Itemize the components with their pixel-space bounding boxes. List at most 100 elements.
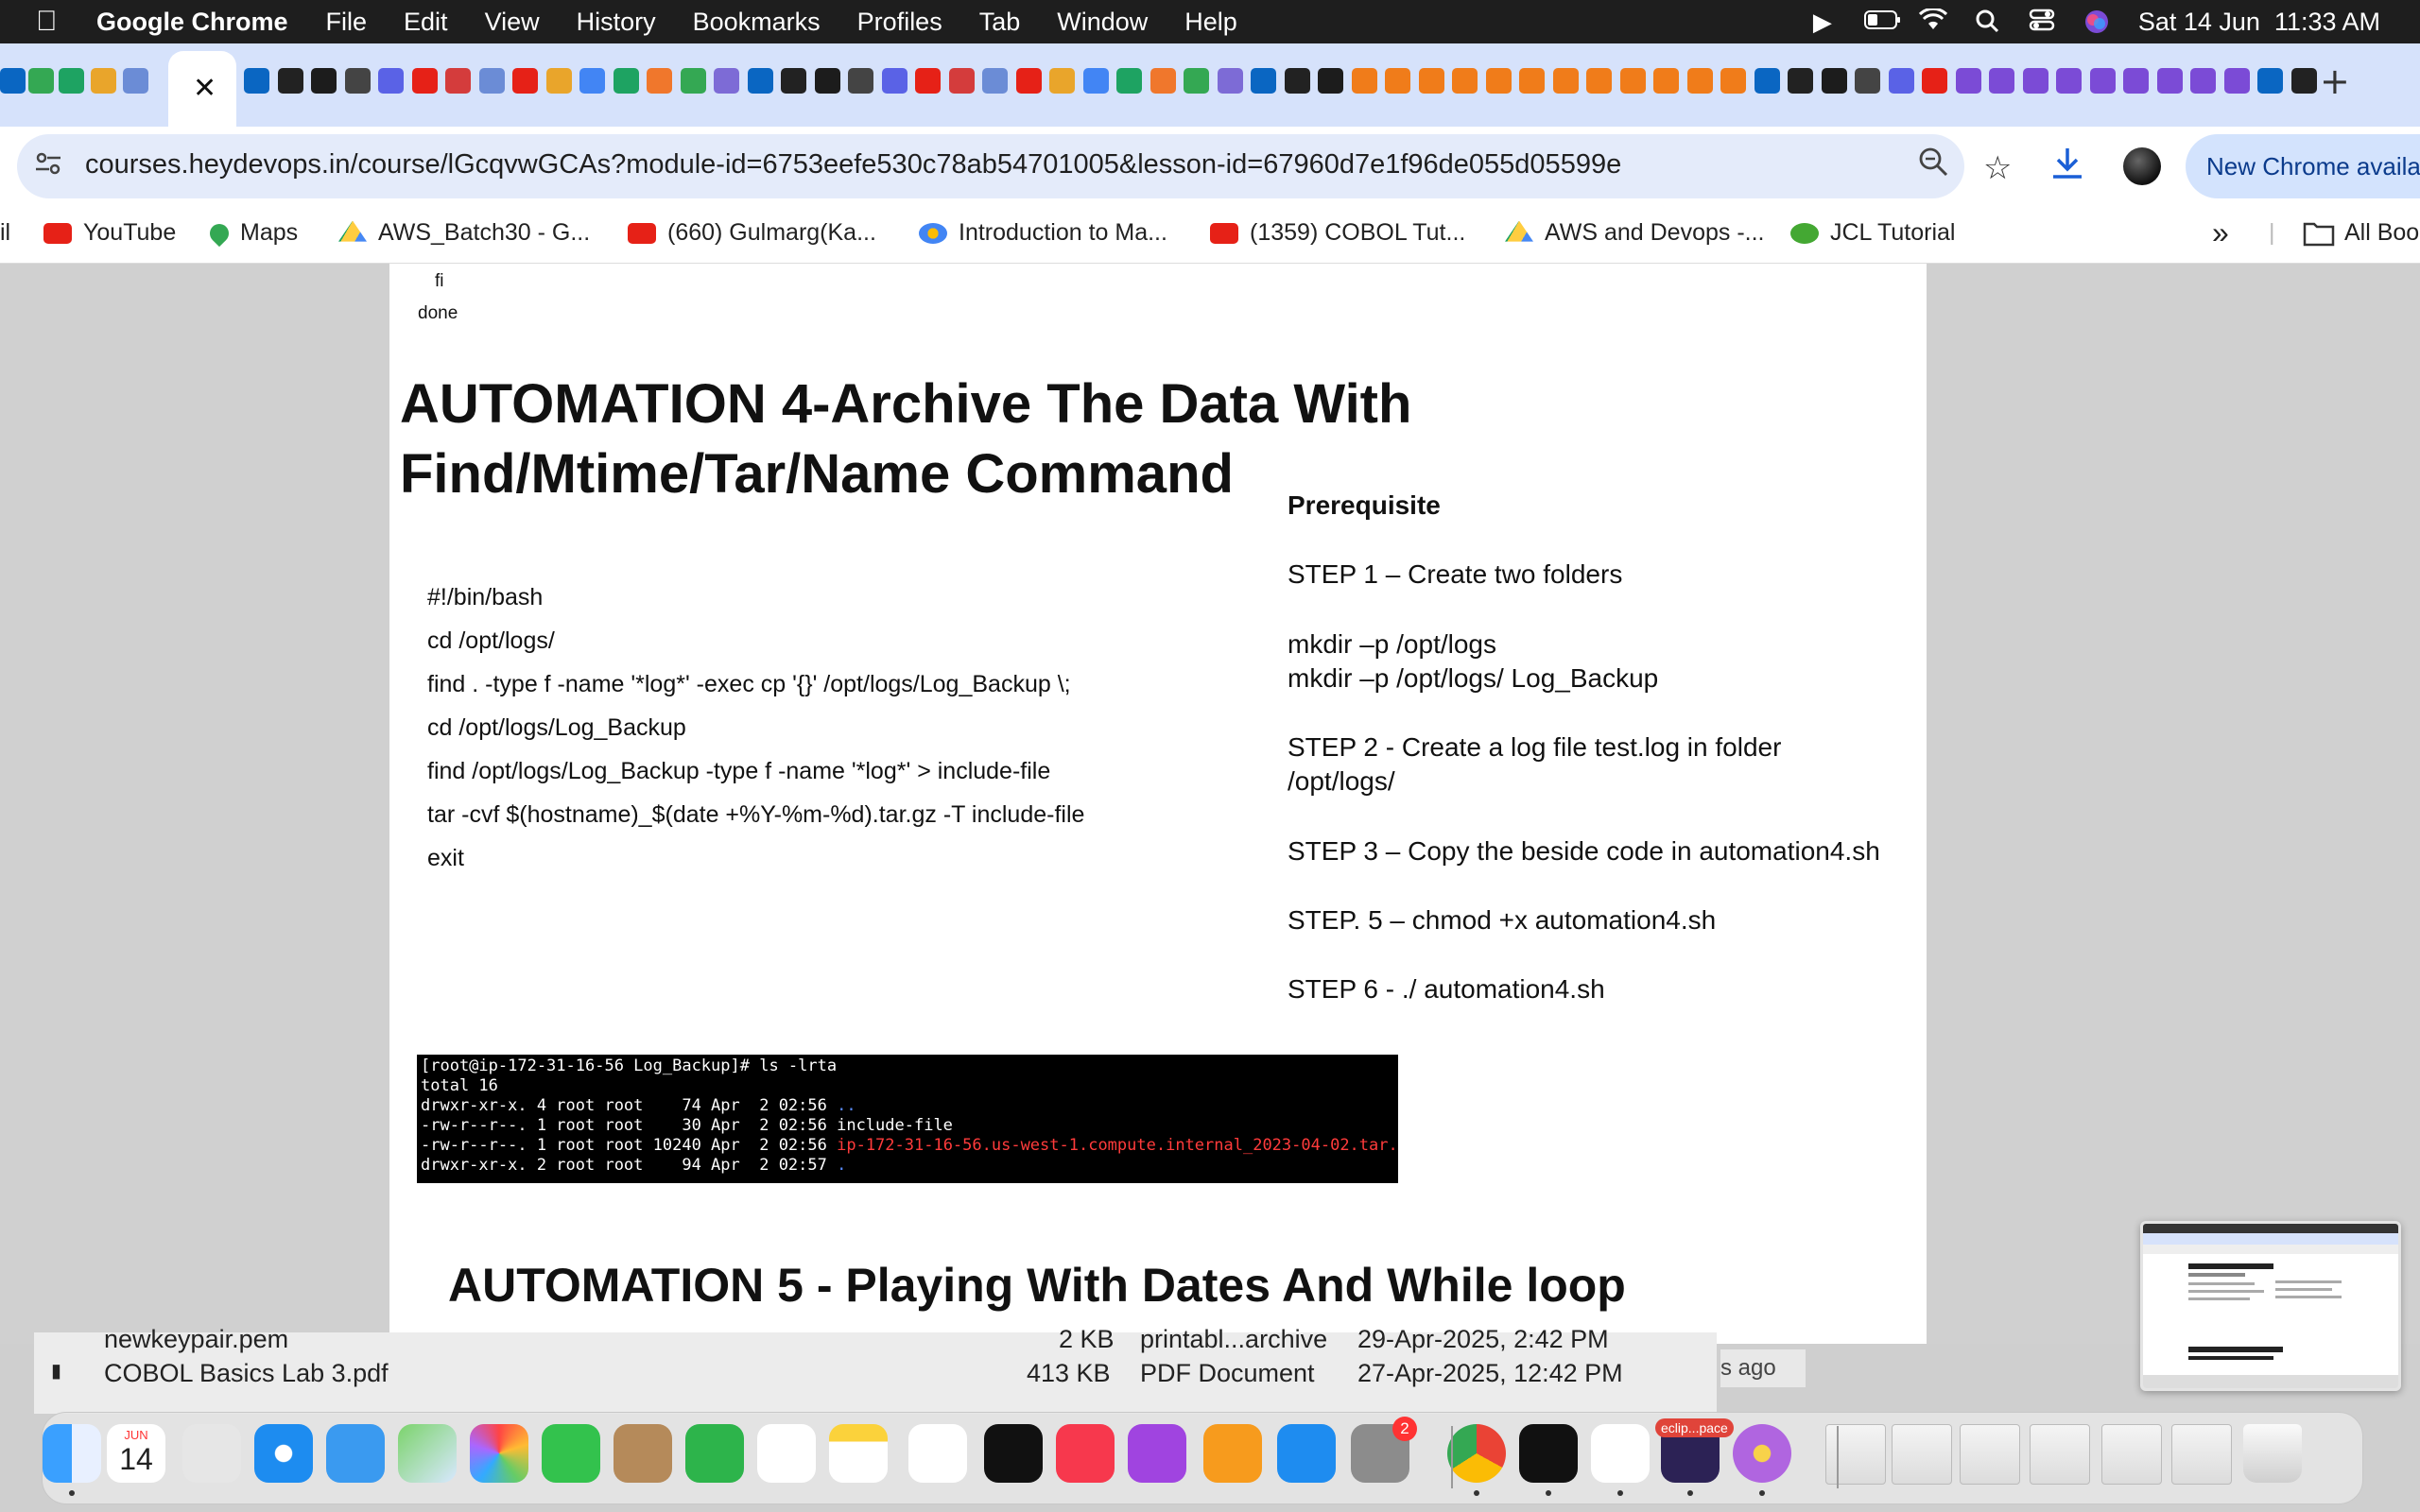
tab-favicon[interactable]	[1955, 68, 1981, 94]
tab-favicon[interactable]	[411, 68, 438, 94]
download-icon[interactable]	[2049, 146, 2085, 190]
vscode-icon[interactable]	[1591, 1424, 1650, 1483]
menu-file[interactable]: File	[326, 8, 368, 37]
tab-favicon[interactable]	[1720, 68, 1746, 94]
bookmark-cobol[interactable]: (1359) COBOL Tut...	[1210, 219, 1465, 247]
pinned-tab-favicon[interactable]	[28, 68, 54, 94]
tab-favicon[interactable]	[1619, 68, 1646, 94]
minimized-window-thumbnail[interactable]	[2171, 1424, 2232, 1485]
facetime-icon[interactable]	[542, 1424, 600, 1483]
pinned-tab-favicon[interactable]	[0, 68, 26, 94]
tab-favicon[interactable]	[445, 68, 471, 94]
tab-favicon[interactable]	[1418, 68, 1444, 94]
tab-favicon[interactable]	[1150, 68, 1176, 94]
tab-favicon[interactable]	[1082, 68, 1109, 94]
tab-favicon[interactable]	[1888, 68, 1914, 94]
tab-favicon[interactable]	[881, 68, 908, 94]
tab-favicon[interactable]	[244, 68, 269, 94]
terminal-icon[interactable]	[1519, 1424, 1578, 1483]
menu-edit[interactable]: Edit	[404, 8, 448, 37]
numbers-icon[interactable]	[685, 1424, 744, 1483]
eclipse-icon[interactable]: eclip...pace	[1655, 1418, 1734, 1483]
tab-favicon[interactable]	[1049, 68, 1075, 94]
app-store-icon[interactable]	[1277, 1424, 1336, 1483]
bookmark-jcl[interactable]: JCL Tutorial	[1790, 219, 1955, 247]
finder-icon[interactable]	[43, 1424, 101, 1483]
tab-favicon[interactable]	[2089, 68, 2116, 94]
bookmark-star-icon[interactable]: ☆	[1983, 149, 2012, 187]
bookmarks-overflow-icon[interactable]: »	[2212, 215, 2229, 250]
spotlight-search-icon[interactable]	[1974, 9, 2000, 35]
tab-favicon[interactable]	[1788, 68, 1813, 94]
podcasts-icon[interactable]	[1128, 1424, 1186, 1483]
calendar-icon[interactable]: JUN 14	[107, 1424, 165, 1483]
close-tab-icon[interactable]: ✕	[193, 72, 216, 105]
bookmark-aws-batch30[interactable]: AWS_Batch30 - G...	[338, 219, 590, 247]
tab-favicon[interactable]	[747, 68, 773, 94]
trash-icon[interactable]	[2243, 1424, 2302, 1483]
tab-favicon[interactable]	[1318, 68, 1343, 94]
apple-menu-icon[interactable]: 	[36, 6, 87, 38]
tab-favicon[interactable]	[344, 68, 371, 94]
reminders-icon[interactable]	[757, 1424, 816, 1483]
tab-favicon[interactable]	[1116, 68, 1142, 94]
menu-window[interactable]: Window	[1057, 8, 1148, 37]
mail-icon[interactable]	[326, 1424, 385, 1483]
tab-favicon[interactable]	[2223, 68, 2250, 94]
music-icon[interactable]	[1056, 1424, 1115, 1483]
tab-favicon[interactable]	[1251, 68, 1276, 94]
bookmark-youtube[interactable]: YouTube	[43, 219, 176, 247]
freeform-icon[interactable]	[908, 1424, 967, 1483]
tab-favicon[interactable]	[1284, 68, 1310, 94]
url-text[interactable]: courses.heydevops.in/course/lGcqvwGCAs?m…	[85, 149, 1621, 180]
zoom-out-icon[interactable]	[1917, 146, 1949, 185]
maps-icon[interactable]	[398, 1424, 457, 1483]
tab-favicon[interactable]	[714, 68, 739, 94]
notes-icon[interactable]	[829, 1424, 888, 1483]
pinned-tab-favicon[interactable]	[123, 68, 148, 94]
minimized-window-thumbnail[interactable]	[2101, 1424, 2162, 1485]
tab-favicon[interactable]	[277, 68, 303, 94]
tab-favicon[interactable]	[545, 68, 572, 94]
menu-help[interactable]: Help	[1184, 8, 1237, 37]
bookmark-mail[interactable]: il	[0, 219, 10, 247]
chrome-icon[interactable]	[1447, 1424, 1506, 1483]
tab-favicon[interactable]	[1653, 68, 1679, 94]
pages-icon[interactable]	[1203, 1424, 1262, 1483]
bookmark-gulmarg[interactable]: (660) Gulmarg(Ka...	[628, 219, 876, 247]
tab-favicon[interactable]	[1754, 68, 1780, 94]
page-viewport[interactable]: fi done AUTOMATION 4-Archive The Data Wi…	[0, 264, 2420, 1344]
pinned-tab-favicon[interactable]	[59, 68, 84, 94]
flower-app-icon[interactable]	[1733, 1424, 1791, 1483]
tab-favicon[interactable]	[2022, 68, 2048, 94]
tab-favicon[interactable]	[1452, 68, 1478, 94]
menu-bookmarks[interactable]: Bookmarks	[693, 8, 821, 37]
menu-history[interactable]: History	[577, 8, 656, 37]
address-bar[interactable]: courses.heydevops.in/course/lGcqvwGCAs?m…	[17, 134, 2012, 198]
battery-icon[interactable]	[1863, 9, 1900, 35]
tab-favicon[interactable]	[1686, 68, 1713, 94]
tab-favicon[interactable]	[1485, 68, 1512, 94]
photos-icon[interactable]	[470, 1424, 528, 1483]
minimized-window-thumbnail[interactable]	[1892, 1424, 1952, 1485]
siri-icon[interactable]	[2083, 9, 2110, 35]
tab-favicon[interactable]	[680, 68, 706, 94]
bookmark-introduction[interactable]: Introduction to Ma...	[919, 219, 1167, 247]
app-name-menu[interactable]: Google Chrome	[96, 8, 288, 37]
tab-favicon[interactable]	[2056, 68, 2082, 94]
menu-tab[interactable]: Tab	[979, 8, 1021, 37]
tab-favicon[interactable]	[1184, 68, 1209, 94]
pinned-tab-favicon[interactable]	[91, 68, 116, 94]
minimized-window-thumbnail[interactable]	[2030, 1424, 2090, 1485]
tab-favicon[interactable]	[512, 68, 538, 94]
tab-favicon[interactable]	[1855, 68, 1880, 94]
tab-favicon[interactable]	[2156, 68, 2183, 94]
minimized-window-thumbnail[interactable]	[1825, 1424, 1886, 1485]
tab-favicon[interactable]	[1385, 68, 1410, 94]
tab-favicon[interactable]	[1552, 68, 1579, 94]
site-info-icon[interactable]	[34, 149, 62, 185]
tab-favicon[interactable]	[2257, 68, 2283, 94]
bookmark-maps[interactable]: Maps	[205, 219, 298, 247]
tab-favicon[interactable]	[948, 68, 975, 94]
tab-favicon[interactable]	[2190, 68, 2216, 94]
